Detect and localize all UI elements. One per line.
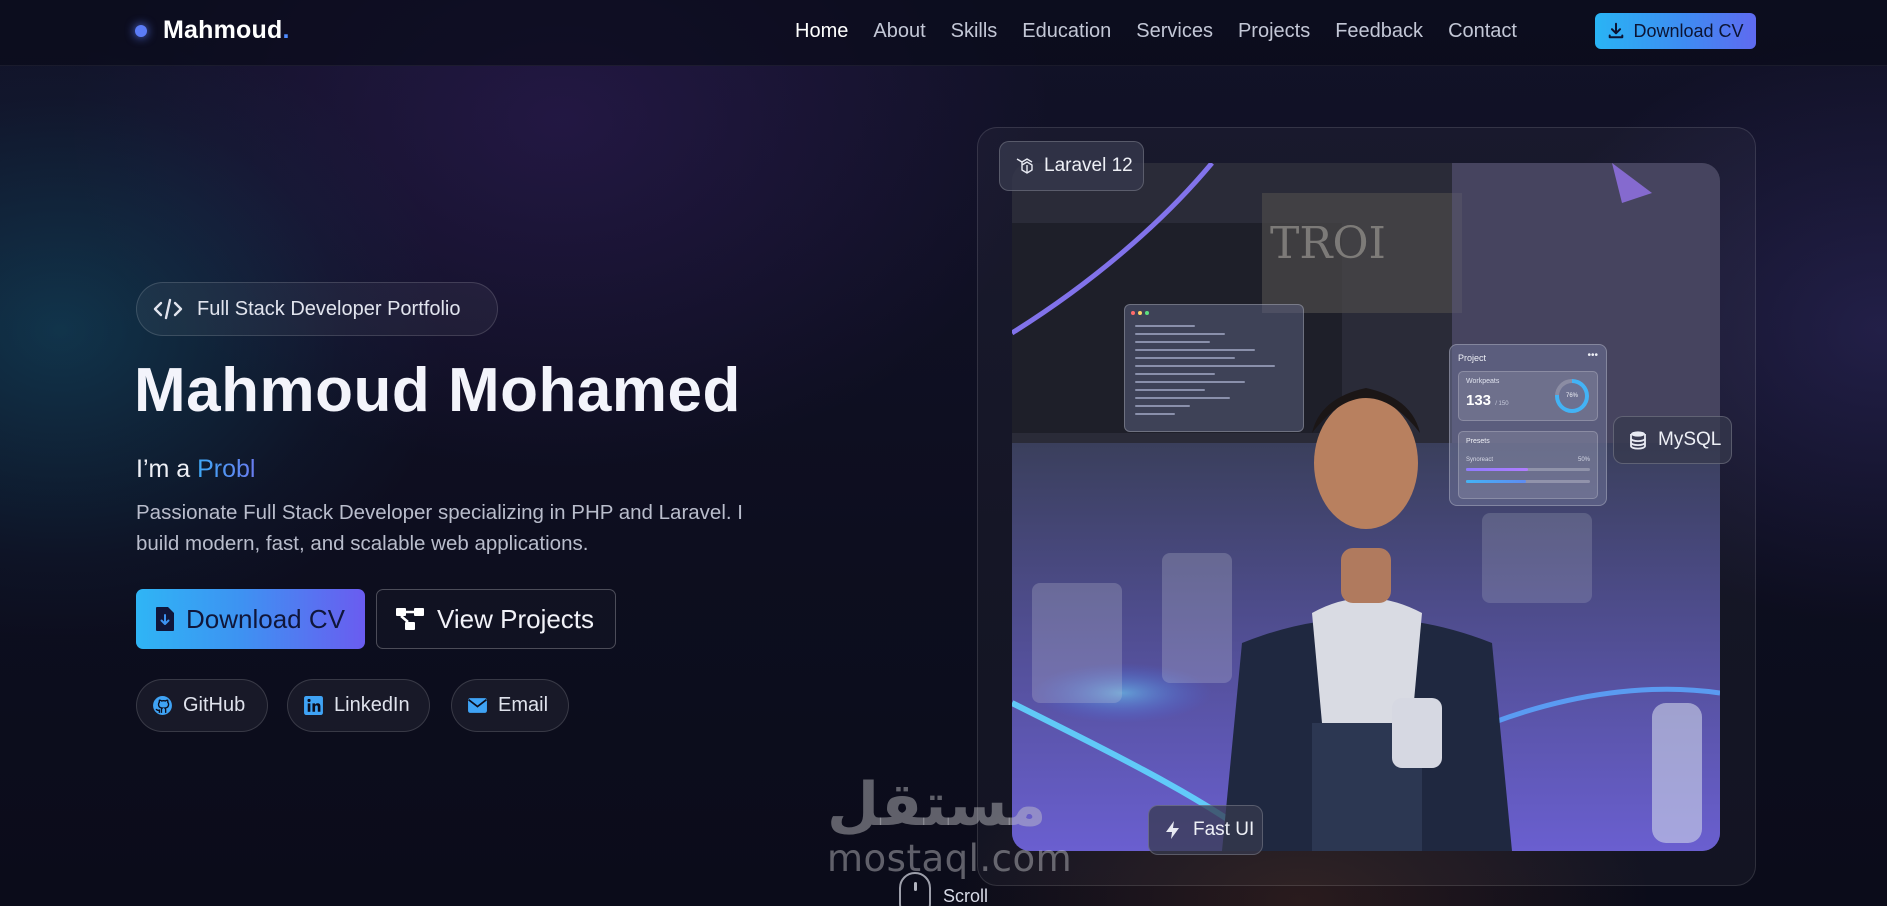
mouse-icon	[899, 872, 931, 906]
nav-link-skills[interactable]: Skills	[951, 20, 998, 43]
profile-photo-illustration: TROI	[1012, 163, 1720, 851]
hero-badge-label: Full Stack Developer Portfolio	[197, 297, 461, 320]
fast-ui-chip-label: Fast UI	[1193, 819, 1255, 840]
scroll-indicator[interactable]: Scroll	[899, 872, 988, 906]
nav-link-projects[interactable]: Projects	[1238, 20, 1310, 43]
view-projects-label: View Projects	[437, 603, 595, 634]
email-link[interactable]: Email	[451, 679, 569, 732]
laravel-chip: Laravel 12	[999, 141, 1144, 191]
hero-subtitle: I’m a Probl	[136, 455, 256, 483]
nav-links: Home About Skills Education Services Pro…	[795, 20, 1542, 43]
nav-download-cv-button[interactable]: Download CV	[1595, 13, 1756, 49]
nav-link-education[interactable]: Education	[1022, 20, 1111, 43]
linkedin-icon	[304, 696, 323, 715]
metric-value: 133 / 150	[1466, 392, 1509, 409]
email-label: Email	[498, 694, 549, 716]
metric-box: Workpeats 133 / 150 76%	[1458, 371, 1598, 421]
brand-logo[interactable]: Mahmoud.	[135, 16, 290, 45]
nav-link-services[interactable]: Services	[1136, 20, 1213, 43]
hero-title: Mahmoud Mohamed	[134, 356, 741, 425]
brand-name: Mahmoud.	[163, 16, 290, 44]
top-navbar: Mahmoud. Home About Skills Education Ser…	[0, 0, 1887, 66]
watermark-arabic: مستقل	[827, 770, 1047, 840]
envelope-icon	[468, 698, 487, 713]
github-label: GitHub	[183, 694, 246, 716]
project-diagram-icon	[396, 608, 424, 630]
preset-row: Synoreact 50%	[1466, 457, 1590, 463]
profile-photo: TROI	[1012, 163, 1720, 851]
nav-link-contact[interactable]: Contact	[1448, 20, 1517, 43]
nav-link-home[interactable]: Home	[795, 20, 848, 43]
code-editor-card	[1124, 304, 1304, 432]
download-cv-label: Download CV	[186, 603, 345, 634]
fast-ui-chip: Fast UI	[1148, 805, 1263, 855]
storefront-sign-text: TROI	[1270, 218, 1386, 269]
mostaql-watermark: مستقل mostaql.com	[827, 775, 1072, 880]
linkedin-label: LinkedIn	[334, 694, 410, 716]
linkedin-link[interactable]: LinkedIn	[287, 679, 430, 732]
nav-link-feedback[interactable]: Feedback	[1335, 20, 1423, 43]
code-icon	[153, 298, 183, 320]
nav-download-cv-label: Download CV	[1633, 20, 1744, 41]
presets-box: Presets Synoreact 50%	[1458, 431, 1598, 499]
file-download-icon	[156, 607, 174, 631]
download-cv-button[interactable]: Download CV	[136, 589, 365, 649]
database-icon	[1630, 431, 1646, 450]
mysql-chip: MySQL	[1613, 416, 1732, 464]
laravel-icon	[1016, 158, 1033, 174]
progress-ring: 76%	[1555, 379, 1589, 413]
presets-label: Presets	[1466, 438, 1490, 445]
scroll-label: Scroll	[943, 886, 989, 906]
mysql-chip-label: MySQL	[1658, 429, 1722, 450]
bolt-icon	[1166, 821, 1179, 839]
more-icon: •••	[1587, 350, 1598, 361]
nav-link-about[interactable]: About	[873, 20, 925, 43]
preset-progress-bar	[1466, 468, 1528, 471]
view-projects-button[interactable]: View Projects	[376, 589, 616, 649]
metric-label: Workpeats	[1466, 378, 1500, 385]
github-link[interactable]: GitHub	[136, 679, 268, 732]
project-stats-card: Project ••• Workpeats 133 / 150 76% Pres…	[1449, 344, 1607, 506]
github-icon	[153, 696, 172, 715]
hero-description: Passionate Full Stack Developer speciali…	[136, 501, 743, 555]
typed-role: Probl	[197, 455, 256, 483]
laravel-chip-label: Laravel 12	[1044, 155, 1133, 176]
project-card-title: Project	[1458, 353, 1487, 363]
download-icon	[1609, 22, 1624, 39]
hero-badge: Full Stack Developer Portfolio	[136, 282, 498, 336]
window-dots	[1131, 311, 1149, 315]
brand-dot-icon	[135, 24, 147, 37]
